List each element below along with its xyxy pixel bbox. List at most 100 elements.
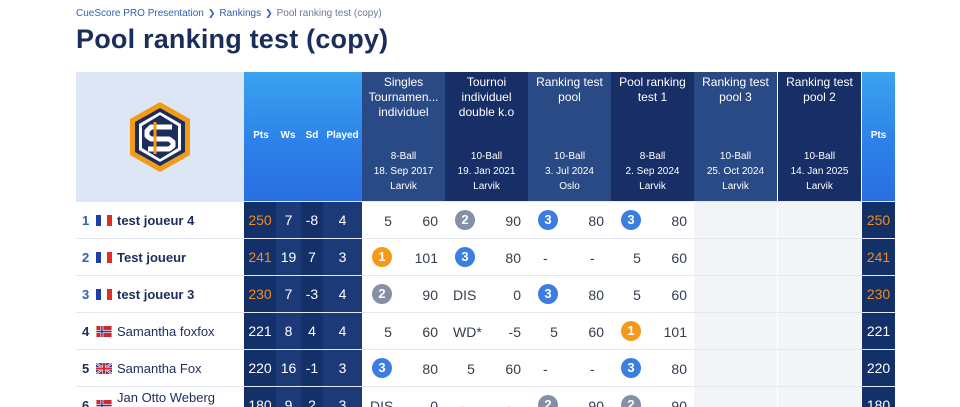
tournament-date: 18. Sep 2017	[373, 166, 434, 177]
tournament-game: 10-Ball	[719, 151, 752, 162]
page-title: Pool ranking test (copy)	[76, 24, 389, 54]
tournament-game: 10-Ball	[803, 151, 836, 162]
table-row: 6 Jan Otto Weberg 180 9 2 3 DIS 0- -2 90 2 90 180	[76, 386, 895, 407]
place-value: DIS	[453, 287, 477, 303]
tournament-result-cell: 3 80	[528, 202, 611, 239]
player-name-link[interactable]: test joueur 3	[117, 287, 194, 302]
breadcrumb-link-rankings[interactable]: Rankings	[219, 8, 261, 19]
tournament-result-cell	[694, 387, 777, 407]
points-dash: -	[590, 250, 595, 266]
tournament-points: 60	[671, 250, 687, 266]
place-dash: -	[460, 398, 465, 407]
col-played-header[interactable]: Played	[323, 130, 362, 141]
tournament-result-cell: 2 90	[445, 202, 528, 239]
tournament-result-cell: --	[528, 239, 611, 276]
tournament-result-cell	[694, 313, 777, 350]
norway-flag-icon	[96, 400, 112, 407]
tournament-name: individuel	[378, 105, 429, 119]
place-badge[interactable]: 2	[621, 395, 641, 407]
france-flag-icon	[96, 252, 112, 263]
player-name-link[interactable]: test joueur 4	[117, 213, 194, 228]
tournament-header[interactable]: Ranking test pool 2 10-Ball 14. Jan 2025 …	[778, 72, 861, 201]
uk-flag-icon	[96, 363, 112, 374]
place-badge[interactable]: 2	[538, 395, 558, 407]
player-name-link[interactable]: Test joueur	[117, 250, 186, 265]
place-badge[interactable]: 3	[621, 358, 641, 378]
tournament-header[interactable]: Singles Tournamen... individuel 8-Ball 18.…	[362, 72, 445, 201]
place-value: 5	[633, 287, 641, 303]
tournament-game: 10-Ball	[470, 151, 503, 162]
tournament-points: 90	[422, 287, 438, 303]
tournament-result-cell	[778, 239, 861, 276]
place-badge[interactable]: 2	[372, 284, 392, 304]
place-value: 5	[384, 213, 392, 229]
tournament-result-cell: DIS 0	[445, 276, 528, 313]
tournament-result-cell: 1 101	[362, 239, 445, 276]
player-played: 4	[323, 202, 362, 239]
place-badge[interactable]: 3	[455, 247, 475, 267]
ranking-table: Pts Ws Sd Played Singles Tournamen... indi…	[76, 72, 895, 407]
place-badge[interactable]: 2	[455, 210, 475, 230]
tournament-points: 60	[422, 324, 438, 340]
table-row: 1 test joueur 4 250 7 -8 4 5 60 2 90 3 80 3 80 250	[76, 201, 895, 239]
tournament-result-cell: 5 60	[362, 202, 445, 239]
cuescore-logo-icon	[130, 101, 190, 172]
place-badge[interactable]: 3	[621, 210, 641, 230]
tournament-points: 101	[663, 324, 687, 340]
place-badge[interactable]: 1	[372, 247, 392, 267]
tournament-location: Larvik	[639, 181, 666, 192]
tournament-result-cell	[694, 276, 777, 313]
tournament-result-cell: 2 90	[611, 387, 694, 407]
place-badge[interactable]: 3	[372, 358, 392, 378]
place-badge[interactable]: 1	[621, 321, 641, 341]
player-sd: -3	[301, 276, 323, 313]
place-badge[interactable]: 3	[538, 210, 558, 230]
player-sd: -1	[301, 350, 323, 387]
tournament-points: 0	[430, 398, 438, 407]
tournament-points: 80	[588, 287, 604, 303]
player-ws: 16	[276, 350, 301, 387]
col-pts-right-header-cell: Pts	[862, 72, 895, 201]
breadcrumb-link-cuescore-pro[interactable]: CueScore PRO Presentation	[76, 8, 204, 19]
tournament-points: 80	[422, 361, 438, 377]
tournament-points: 80	[505, 250, 521, 266]
tournament-name: pool 2	[803, 90, 836, 104]
col-pts-right-header[interactable]: Pts	[862, 130, 895, 141]
tournament-result-cell: 2 90	[528, 387, 611, 407]
tournament-location: Oslo	[559, 181, 580, 192]
col-pts-header[interactable]: Pts	[248, 130, 274, 141]
tournament-result-cell: 3 80	[611, 202, 694, 239]
norway-flag-icon	[96, 326, 112, 337]
tournament-result-cell: 5 60	[611, 239, 694, 276]
tournament-date: 3. Jul 2024	[545, 166, 594, 177]
player-total-points-right: 220	[862, 350, 895, 387]
player-total-points-right: 221	[862, 313, 895, 350]
player-name-link[interactable]: Samantha Fox	[117, 361, 202, 376]
tournament-result-cell	[778, 387, 861, 407]
player-ws: 19	[276, 239, 301, 276]
breadcrumb: CueScore PRO Presentation ❯ Rankings ❯ Pool …	[76, 8, 382, 19]
tournament-name: Ranking test	[702, 75, 769, 89]
player-name-link[interactable]: Samantha foxfox	[117, 324, 215, 339]
breadcrumb-current: Pool ranking test (copy)	[276, 8, 382, 19]
tournament-location: Larvik	[722, 181, 749, 192]
tournament-header[interactable]: Ranking test pool 3 10-Ball 25. Oct 2024 …	[694, 72, 777, 201]
tournament-header[interactable]: Pool ranking test 1 8-Ball 2. Sep 2024 La…	[611, 72, 694, 201]
player-played: 4	[323, 313, 362, 350]
tournament-points: 60	[422, 213, 438, 229]
place-badge[interactable]: 3	[538, 284, 558, 304]
tournament-header[interactable]: Ranking test pool 10-Ball 3. Jul 2024 Osl…	[528, 72, 611, 201]
player-sd: 2	[301, 387, 323, 407]
col-sd-header[interactable]: Sd	[301, 130, 323, 141]
tournament-header[interactable]: Tournoi individuel double k.o 10-Ball 19. …	[445, 72, 528, 201]
player-sd: 7	[301, 239, 323, 276]
tournament-points: 90	[671, 398, 687, 407]
tournament-result-cell: --	[445, 387, 528, 407]
tournament-date: 2. Sep 2024	[625, 166, 680, 177]
player-ws: 9	[276, 387, 301, 407]
tournament-points: 60	[588, 324, 604, 340]
col-ws-header[interactable]: Ws	[276, 130, 300, 141]
tournament-name: Pool ranking	[619, 75, 686, 89]
player-name-link[interactable]: Jan Otto Weberg	[117, 390, 215, 405]
place-value: 5	[467, 361, 475, 377]
